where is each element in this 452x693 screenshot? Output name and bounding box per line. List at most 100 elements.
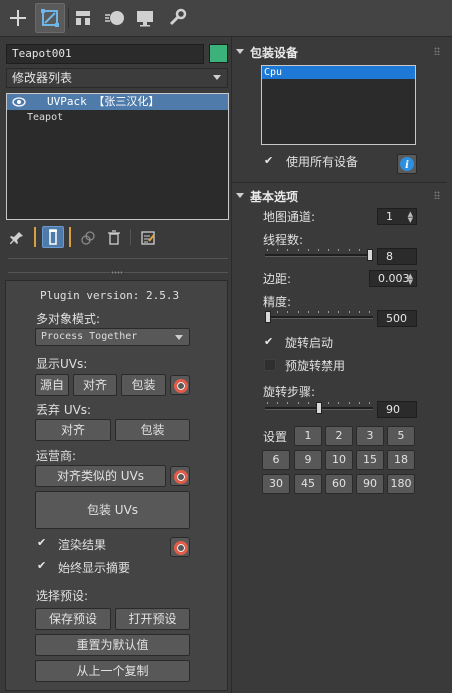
device-info-button[interactable]: i: [397, 154, 417, 174]
rotate-step-slider[interactable]: [263, 401, 375, 417]
plus-icon: [10, 10, 26, 26]
render-result-label: 渲染结果: [58, 538, 107, 552]
trash-icon[interactable]: [107, 230, 121, 246]
motion-tab-button[interactable]: [100, 3, 130, 33]
settings-label: 设置: [263, 430, 288, 444]
threads-label: 线程数:: [263, 233, 304, 247]
info-icon: i: [400, 157, 414, 171]
rotate-step-preset-button[interactable]: 3: [356, 426, 384, 446]
precision-slider[interactable]: [263, 310, 375, 326]
reset-default-button[interactable]: 重置为默认值: [35, 634, 190, 656]
rotate-step-preset-button[interactable]: 60: [325, 474, 353, 494]
threads-field[interactable]: 8: [377, 248, 417, 265]
basic-options-title: 基本选项: [250, 190, 299, 204]
map-channel-spinner[interactable]: 1 ▲ ▼: [377, 208, 417, 225]
presets-label: 选择预设:: [36, 589, 89, 603]
device-list: Cpu: [261, 65, 416, 145]
discard-pack-button[interactable]: 包装: [115, 419, 190, 441]
multi-object-dropdown[interactable]: Process Together: [35, 328, 190, 346]
pack-uvs-button[interactable]: 包装 UVs: [35, 491, 190, 529]
create-tab-button[interactable]: [3, 3, 33, 33]
map-channel-value: 1: [386, 210, 393, 223]
operator-label: 运营商:: [36, 449, 77, 463]
help-lifebuoy-icon[interactable]: [170, 466, 190, 486]
drag-handle-icon[interactable]: [434, 191, 440, 199]
multi-object-value: Process Together: [41, 331, 138, 342]
precision-slider-thumb[interactable]: [265, 311, 271, 323]
rotate-step-preset-button[interactable]: 9: [294, 450, 322, 470]
pipe-icon: [49, 229, 57, 245]
stack-item-label: UVPack 【张三汉化】: [47, 95, 160, 108]
panel-resize-handle[interactable]: [111, 271, 123, 274]
display-icon: [137, 11, 153, 27]
display-tab-button[interactable]: [130, 3, 160, 33]
precision-field[interactable]: 500: [377, 310, 417, 327]
utilities-tab-button[interactable]: [162, 3, 192, 33]
device-list-item[interactable]: Cpu: [262, 66, 415, 79]
basic-options-rollout-header[interactable]: 基本选项: [234, 188, 444, 206]
rotate-step-slider-thumb[interactable]: [316, 402, 322, 414]
modifier-list-dropdown[interactable]: 修改器列表: [6, 68, 228, 88]
always-show-summary-checkbox[interactable]: ✔: [37, 560, 49, 572]
command-panel-toolbar: [0, 0, 452, 37]
rotate-step-preset-button[interactable]: 5: [387, 426, 415, 446]
stack-item-uvpack[interactable]: UVPack 【张三汉化】: [7, 94, 228, 110]
rotate-enable-checkbox[interactable]: ✔: [264, 336, 276, 348]
collapse-triangle-icon: [236, 193, 244, 198]
prerotate-disable-checkbox[interactable]: [264, 359, 276, 371]
discard-align-button[interactable]: 对齐: [35, 419, 111, 441]
threads-slider[interactable]: [263, 248, 375, 264]
rotate-step-preset-button[interactable]: 90: [356, 474, 384, 494]
object-color-swatch[interactable]: [209, 44, 228, 63]
rotate-step-preset-button[interactable]: 30: [262, 474, 290, 494]
svg-text:i: i: [405, 160, 409, 171]
save-preset-button[interactable]: 保存预设: [35, 608, 111, 630]
stack-item-teapot[interactable]: Teapot: [7, 110, 228, 126]
modifier-stack: UVPack 【张三汉化】 Teapot: [6, 93, 229, 220]
use-all-devices-checkbox[interactable]: ✔: [264, 155, 276, 167]
copy-previous-button[interactable]: 从上一个复制: [35, 660, 190, 682]
eye-icon[interactable]: [12, 97, 26, 107]
hierarchy-tab-button[interactable]: [68, 3, 98, 33]
rotate-step-preset-button[interactable]: 1: [294, 426, 322, 446]
plugin-version-text: Plugin version: 2.5.3: [40, 289, 180, 302]
rotate-step-preset-button[interactable]: 18: [387, 450, 415, 470]
rotate-step-preset-button[interactable]: 45: [294, 474, 322, 494]
help-lifebuoy-icon[interactable]: [170, 375, 190, 395]
make-unique-icon[interactable]: [80, 230, 96, 246]
spinner-arrows-icon[interactable]: ▲ ▼: [408, 211, 413, 224]
modify-tab-button[interactable]: [35, 3, 65, 33]
use-all-devices-label: 使用所有设备: [286, 155, 359, 169]
show-uvs-source-button[interactable]: 源自: [35, 374, 69, 396]
render-result-checkbox[interactable]: ✔: [37, 537, 49, 549]
modifier-list-label: 修改器列表: [12, 71, 73, 85]
rotate-step-preset-button[interactable]: 6: [262, 450, 290, 470]
show-uvs-label: 显示UVs:: [36, 357, 88, 371]
chevron-down-icon: [213, 75, 221, 80]
margin-spinner[interactable]: 0.003 ▲ ▼: [369, 270, 417, 287]
help-lifebuoy-icon[interactable]: [170, 537, 190, 557]
rotate-step-preset-button[interactable]: 10: [325, 450, 353, 470]
devices-rollout-header[interactable]: 包装设备: [234, 44, 444, 62]
spinner-arrows-icon[interactable]: ▲ ▼: [408, 273, 413, 286]
threads-slider-thumb[interactable]: [367, 249, 373, 261]
configure-sets-icon[interactable]: [140, 230, 156, 246]
show-end-result-button[interactable]: [42, 226, 64, 248]
open-preset-button[interactable]: 打开预设: [115, 608, 190, 630]
pin-stack-icon[interactable]: [10, 231, 24, 245]
rotate-step-preset-button[interactable]: 180: [387, 474, 415, 494]
collapse-triangle-icon: [236, 49, 244, 54]
show-uvs-align-button[interactable]: 对齐: [73, 374, 117, 396]
modify-icon: [41, 9, 59, 27]
show-uvs-pack-button[interactable]: 包装: [121, 374, 166, 396]
stack-item-label: Teapot: [27, 112, 64, 123]
motion-icon: [105, 11, 124, 25]
utilities-icon: [169, 8, 187, 26]
object-name-field[interactable]: Teapot001: [6, 44, 204, 64]
map-channel-label: 地图通道:: [263, 210, 316, 224]
rotate-step-field[interactable]: 90: [377, 401, 417, 418]
drag-handle-icon[interactable]: [434, 47, 440, 55]
align-similar-uvs-button[interactable]: 对齐类似的 UVs: [35, 465, 166, 487]
rotate-step-preset-button[interactable]: 2: [325, 426, 353, 446]
rotate-step-preset-button[interactable]: 15: [356, 450, 384, 470]
